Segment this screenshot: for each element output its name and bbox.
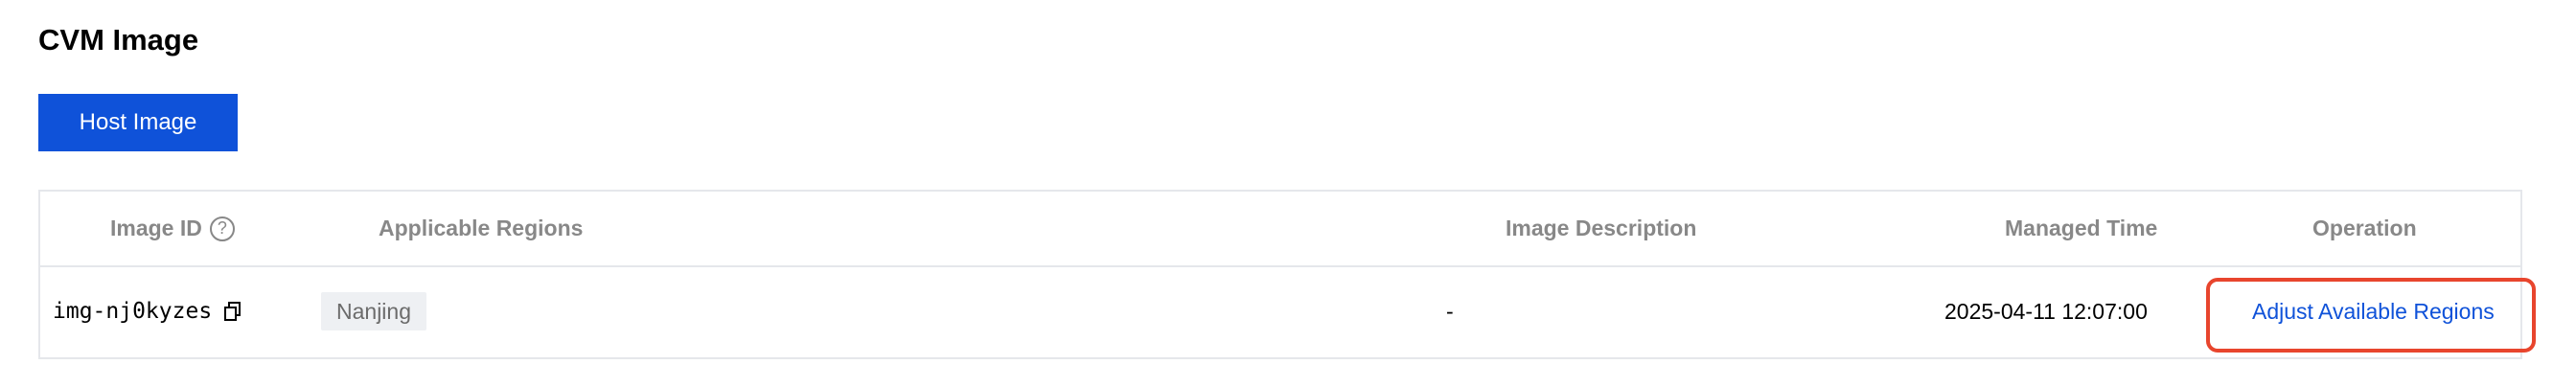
region-tag: Nanjing <box>321 292 426 330</box>
host-image-button[interactable]: Host Image <box>38 94 238 151</box>
column-header-managed-time: Managed Time <box>2005 216 2158 240</box>
table-header: Image ID ? Applicable Regions Image Desc… <box>40 192 2520 267</box>
table-row: img-nj0kyzes Nanjing - 2025-04-11 12:07:… <box>40 265 2520 357</box>
image-table: Image ID ? Applicable Regions Image Desc… <box>38 190 2522 359</box>
copy-icon[interactable] <box>223 301 242 322</box>
cvm-image-page: CVM Image Host Image Image ID ? Applicab… <box>0 0 2576 387</box>
column-header-applicable-regions: Applicable Regions <box>379 216 584 240</box>
page-title: CVM Image <box>38 23 199 57</box>
adjust-available-regions-link[interactable]: Adjust Available Regions <box>2252 299 2495 325</box>
cell-managed-time: 2025-04-11 12:07:00 <box>1944 298 2148 324</box>
column-header-image-id: Image ID ? <box>110 192 235 265</box>
cell-image-id: img-nj0kyzes <box>53 265 242 357</box>
cell-image-description: - <box>1446 298 1454 324</box>
cell-applicable-regions: Nanjing <box>321 265 426 357</box>
image-id-value: img-nj0kyzes <box>53 299 213 324</box>
question-circle-icon[interactable]: ? <box>209 216 235 241</box>
column-header-operation: Operation <box>2312 216 2417 240</box>
cell-operation: Adjust Available Regions <box>2252 265 2495 357</box>
column-header-image-id-label: Image ID <box>110 216 202 240</box>
column-header-image-description: Image Description <box>1506 216 1697 240</box>
